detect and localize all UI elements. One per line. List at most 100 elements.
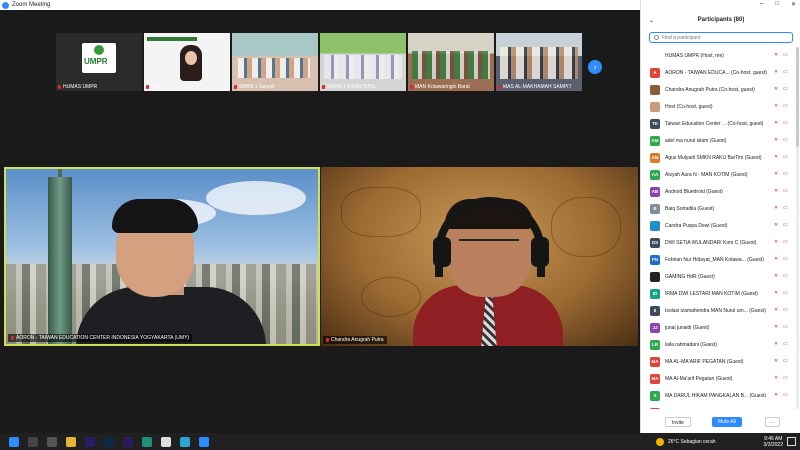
video-off-icon[interactable]: ▭ — [783, 375, 790, 381]
video-off-icon[interactable]: ▭ — [783, 171, 790, 177]
mic-muted-icon[interactable]: ✕ — [774, 290, 779, 296]
video-off-icon[interactable]: ▭ — [783, 103, 790, 109]
video-off-icon[interactable]: ▭ — [783, 256, 790, 262]
participant-row[interactable]: TE Taiwan Education Center ... (Co-host, … — [641, 115, 797, 132]
mic-muted-icon[interactable]: ✕ — [774, 358, 779, 364]
participant-row[interactable]: Candra Puspa Dewi (Guest) ✕ ▭ — [641, 217, 797, 234]
participant-thumbnail[interactable]: Ica... — [144, 33, 230, 91]
participant-row[interactable]: GAMING HdR (Guest) ✕ ▭ — [641, 268, 797, 285]
participant-search[interactable] — [649, 32, 793, 43]
video-off-icon[interactable]: ▭ — [783, 273, 790, 279]
photoshop-icon[interactable] — [104, 436, 114, 447]
participant-row[interactable]: DS DWI SETIA WULANDARI Kom C (Guest) ✕ ▭ — [641, 234, 797, 251]
premiere-icon[interactable] — [85, 436, 95, 447]
participant-row[interactable]: FN Febrian Nur Hidayat_MAN Kotawa... (Gue… — [641, 251, 797, 268]
weather-text[interactable]: 26°C Sebagian cerah — [668, 439, 716, 445]
participant-list-scrollbar[interactable] — [796, 47, 799, 409]
participant-row[interactable]: HUMAS UMPR (Host, me) ✕ ▭ — [641, 47, 797, 64]
mic-muted-icon[interactable]: ✕ — [774, 239, 779, 245]
collapse-panel-icon[interactable]: ⌄ — [649, 17, 654, 24]
file-explorer-icon[interactable] — [66, 436, 76, 447]
chrome-icon[interactable] — [161, 436, 171, 447]
mic-muted-icon[interactable]: ✕ — [774, 86, 779, 92]
participant-avatar: S — [650, 390, 660, 401]
mic-muted-icon[interactable]: ✕ — [774, 188, 779, 194]
video-off-icon[interactable]: ▭ — [783, 392, 790, 398]
participant-row[interactable]: S MA DARUL HIKAM PANGKALAN B... (Guest) ✕ ▭ — [641, 387, 797, 404]
video-off-icon[interactable]: ▭ — [783, 137, 790, 143]
video-off-icon[interactable]: ▭ — [783, 205, 790, 211]
participant-row[interactable]: AM Agus Mulyadi SMKN RAKU BarTim (Guest) ✕… — [641, 149, 797, 166]
clock[interactable]: 9:46 AM 3/3/2022 — [764, 436, 783, 448]
mic-muted-icon[interactable]: ✕ — [774, 222, 779, 228]
video-off-icon[interactable]: ▭ — [783, 69, 790, 75]
invite-button[interactable]: Invite — [665, 417, 691, 427]
video-off-icon[interactable]: ▭ — [783, 341, 790, 347]
participant-row[interactable]: MA MA AL-MA'ARIF PEGATAN (Guest) ✕ ▭ — [641, 353, 797, 370]
app-icon[interactable] — [180, 436, 190, 447]
video-off-icon[interactable]: ▭ — [783, 324, 790, 330]
mic-muted-icon[interactable]: ✕ — [774, 154, 779, 160]
mic-muted-icon[interactable]: ✕ — [774, 273, 779, 279]
video-off-icon[interactable]: ▭ — [783, 120, 790, 126]
video-off-icon[interactable]: ▭ — [783, 52, 790, 58]
participant-thumbnail[interactable]: SMAN-1 P.BANTENS... — [320, 33, 406, 91]
task-view-icon[interactable] — [47, 436, 57, 447]
video-off-icon[interactable]: ▭ — [783, 358, 790, 364]
mic-muted-icon[interactable]: ✕ — [774, 392, 779, 398]
zoom-taskbar-icon[interactable] — [199, 436, 209, 447]
video-off-icon[interactable]: ▭ — [783, 154, 790, 160]
edge-icon[interactable] — [142, 436, 152, 447]
participant-row[interactable]: II Isolasi izamahendra MAN Nurul um... (G… — [641, 302, 797, 319]
participant-row[interactable]: Chandra Anugrah Putra (Co-host, guest) ✕ ▭ — [641, 81, 797, 98]
minimize-button[interactable]: – — [760, 1, 763, 8]
close-button[interactable]: ✕ — [791, 1, 796, 8]
maximize-button[interactable]: □ — [775, 1, 779, 8]
mic-muted-icon[interactable]: ✕ — [774, 307, 779, 313]
participant-row[interactable]: AA Aisyah Aura N - MAN KOTIM (Guest) ✕ ▭ — [641, 166, 797, 183]
notifications-icon[interactable] — [787, 437, 796, 446]
video-off-icon[interactable]: ▭ — [783, 307, 790, 313]
search-icon[interactable] — [28, 436, 38, 447]
video-off-icon[interactable]: ▭ — [783, 86, 790, 92]
video-off-icon[interactable]: ▭ — [783, 290, 790, 296]
active-speaker-video[interactable]: AORON - TAIWAN EDUCATION CENTER INDONESI… — [4, 167, 320, 346]
participant-row[interactable]: LR laila rahmadani (Guest) ✕ ▭ — [641, 336, 797, 353]
mic-muted-icon[interactable]: ✕ — [774, 171, 779, 177]
mute-all-button[interactable]: Mute All — [712, 417, 742, 427]
participant-row[interactable]: MA MA Al-Ma'arif Pegatan (Guest) ✕ ▭ — [641, 370, 797, 387]
more-options-button[interactable]: ··· — [765, 417, 780, 427]
after-effects-icon[interactable] — [123, 436, 133, 447]
participant-thumbnail[interactable]: SMKN 1 Sampit — [232, 33, 318, 91]
scrollbar-thumb[interactable] — [796, 47, 799, 147]
mic-muted-icon[interactable]: ✕ — [774, 52, 779, 58]
mic-muted-icon[interactable]: ✕ — [774, 375, 779, 381]
participant-row[interactable]: A AORON - TAIWAN EDUCA... (Co-host, guest… — [641, 64, 797, 81]
mic-muted-icon[interactable]: ✕ — [774, 324, 779, 330]
participant-thumbnail[interactable]: MAN Kotawaringin Barat — [408, 33, 494, 91]
mic-muted-icon[interactable]: ✕ — [774, 69, 779, 75]
windows-start-icon[interactable] — [9, 436, 19, 447]
video-off-icon[interactable]: ▭ — [783, 222, 790, 228]
participant-search-input[interactable] — [662, 34, 782, 41]
participant-row[interactable]: JJ junai junaidi (Guest) ✕ ▭ — [641, 319, 797, 336]
mic-muted-icon[interactable]: ✕ — [774, 341, 779, 347]
participant-row[interactable]: B Baiq Sortadila (Guest) ✕ ▭ — [641, 200, 797, 217]
mic-muted-icon[interactable]: ✕ — [774, 205, 779, 211]
participant-row[interactable]: AM adel ma nurul islam (Guest) ✕ ▭ — [641, 132, 797, 149]
mic-muted-icon[interactable]: ✕ — [774, 256, 779, 262]
video-off-icon[interactable]: ▭ — [783, 239, 790, 245]
participant-row[interactable]: ID IRMA DWI LESTARI MAN KOTIM (Guest) ✕ ▭ — [641, 285, 797, 302]
participant-video[interactable]: Chandra Anugrah Putra — [321, 167, 638, 346]
mic-muted-icon[interactable]: ✕ — [774, 103, 779, 109]
mic-muted-icon[interactable]: ✕ — [774, 120, 779, 126]
participant-thumbnail[interactable]: MAS AL-MAKHAMAH SAMPIT — [496, 33, 582, 91]
participant-row[interactable]: AB Android Bluedroid (Guest) ✕ ▭ — [641, 183, 797, 200]
participant-row[interactable]: ✕▭ — [641, 404, 797, 409]
next-page-button[interactable]: › — [588, 60, 602, 74]
video-off-icon[interactable]: ▭ — [783, 188, 790, 194]
participant-row[interactable]: Host (Co-host, guest) ✕ ▭ — [641, 98, 797, 115]
participant-thumbnail[interactable]: UMPR HUMAS UMPR — [56, 33, 142, 91]
participant-avatar: B — [650, 203, 660, 214]
mic-muted-icon[interactable]: ✕ — [774, 137, 779, 143]
